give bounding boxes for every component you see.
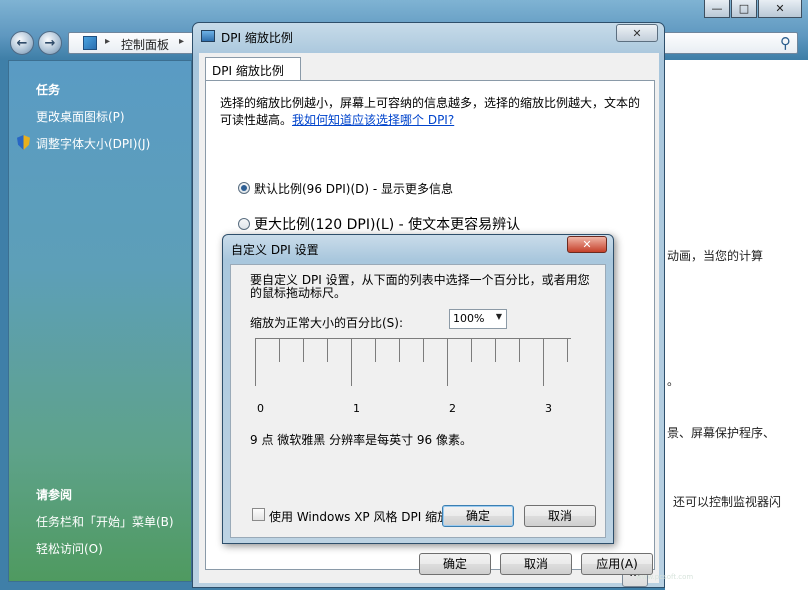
ruler-tick-major [255,338,256,386]
content-text: 动画，当您的计算 [667,249,764,263]
search-icon[interactable]: ⚲ [780,34,791,52]
scale-percentage-label: 缩放为正常大小的百分比(S): [250,316,404,330]
content-text: 。 [667,374,680,388]
chevron-down-icon[interactable]: ▼ [496,312,502,321]
ruler-tick [471,338,472,362]
minimize-button[interactable]: — [704,0,730,18]
ruler-tick [399,338,400,362]
scale-percentage-value: 100% [453,312,485,325]
ruler-tick [303,338,304,362]
custom-dpi-dialog: 自定义 DPI 设置 ✕ 要自定义 DPI 设置，从下面的列表中选择一个百分比，… [222,234,614,544]
ruler-tick-major [447,338,448,386]
adjust-font-size-link[interactable]: 调整字体大小(DPI)(J) [36,135,150,152]
content-text: 景、屏幕保护程序、 [667,426,776,440]
chevron-right-icon[interactable]: ▸ [179,36,184,47]
ruler-tick [327,338,328,362]
default-scale-label[interactable]: 默认比例(96 DPI)(D) - 显示更多信息 [254,180,453,197]
task-pane: 任务 更改桌面图标(P) 调整字体大小(DPI)(J) 请参阅 任务栏和「开始」… [8,60,192,582]
breadcrumb-control-panel[interactable]: 控制面板 [121,36,169,53]
window-caption-buttons: — □ ✕ [703,0,802,18]
ruler-tick [423,338,424,362]
ease-of-access-link[interactable]: 轻松访问(O) [36,540,103,557]
close-button[interactable]: ✕ [758,0,802,18]
dialog-client-area: 要自定义 DPI 设置，从下面的列表中选择一个百分比，或者用您的鼠标拖动标尺。 … [230,264,606,538]
dialog-title: 自定义 DPI 设置 [231,243,319,257]
taskbar-start-menu-link[interactable]: 任务栏和「开始」菜单(B) [36,513,174,530]
close-button[interactable]: ✕ [567,236,607,253]
ruler-tick-major [543,338,544,386]
ruler-tick [519,338,520,362]
forward-arrow-icon[interactable]: → [38,31,62,55]
watermark: www.pcsoft.com [636,573,694,581]
back-arrow-icon[interactable]: ← [10,31,34,55]
control-panel-icon [83,36,97,50]
ok-button[interactable]: 确定 [442,505,514,527]
content-text: 还可以控制监视器闪 [673,495,782,509]
help-link[interactable]: 我如何知道应该选择哪个 DPI? [292,113,454,127]
ok-button[interactable]: 确定 [419,553,491,575]
ruler-tick-major [351,338,352,386]
font-resolution-info: 9 点 微软雅黑 分辨率是每英寸 96 像素。 [250,433,472,447]
ruler-label: 1 [353,402,360,415]
ruler-tick [495,338,496,362]
ruler-label: 3 [545,402,552,415]
ruler-tick [567,338,568,362]
monitor-icon [201,30,215,42]
larger-scale-label[interactable]: 更大比例(120 DPI)(L) - 使文本更容易辨认 [254,214,520,234]
xp-style-scaling-checkbox[interactable] [252,508,265,521]
cancel-button[interactable]: 取消 [524,505,596,527]
maximize-button[interactable]: □ [731,0,757,18]
ruler-tick [375,338,376,362]
scale-percentage-select[interactable]: 100% ▼ [449,309,507,329]
apply-button[interactable]: 应用(A) [581,553,653,575]
tab-dpi-scaling[interactable]: DPI 缩放比例 [205,57,301,81]
shield-icon [17,135,30,150]
custom-dpi-description: 要自定义 DPI 设置，从下面的列表中选择一个百分比，或者用您的鼠标拖动标尺。 [250,273,590,300]
dpi-ruler[interactable]: 0 1 2 3 [255,338,575,418]
close-button[interactable]: ✕ [616,24,658,42]
tasks-heading: 任务 [36,83,61,97]
ruler-tick [279,338,280,362]
ruler-label: 0 [257,402,264,415]
chevron-right-icon[interactable]: ▸ [105,36,110,47]
cancel-button[interactable]: 取消 [500,553,572,575]
dialog-title: DPI 缩放比例 [221,31,293,45]
ruler-label: 2 [449,402,456,415]
dpi-description: 选择的缩放比例越小，屏幕上可容纳的信息越多，选择的缩放比例越大，文本的可读性越高… [220,95,650,129]
larger-scale-radio[interactable] [238,218,250,230]
see-also-heading: 请参阅 [36,488,73,502]
default-scale-radio[interactable] [238,182,250,194]
change-desktop-icons-link[interactable]: 更改桌面图标(P) [36,108,125,125]
control-panel-content: 动画，当您的计算 。 景、屏幕保护程序、 还可以控制监视器闪 [665,60,808,590]
